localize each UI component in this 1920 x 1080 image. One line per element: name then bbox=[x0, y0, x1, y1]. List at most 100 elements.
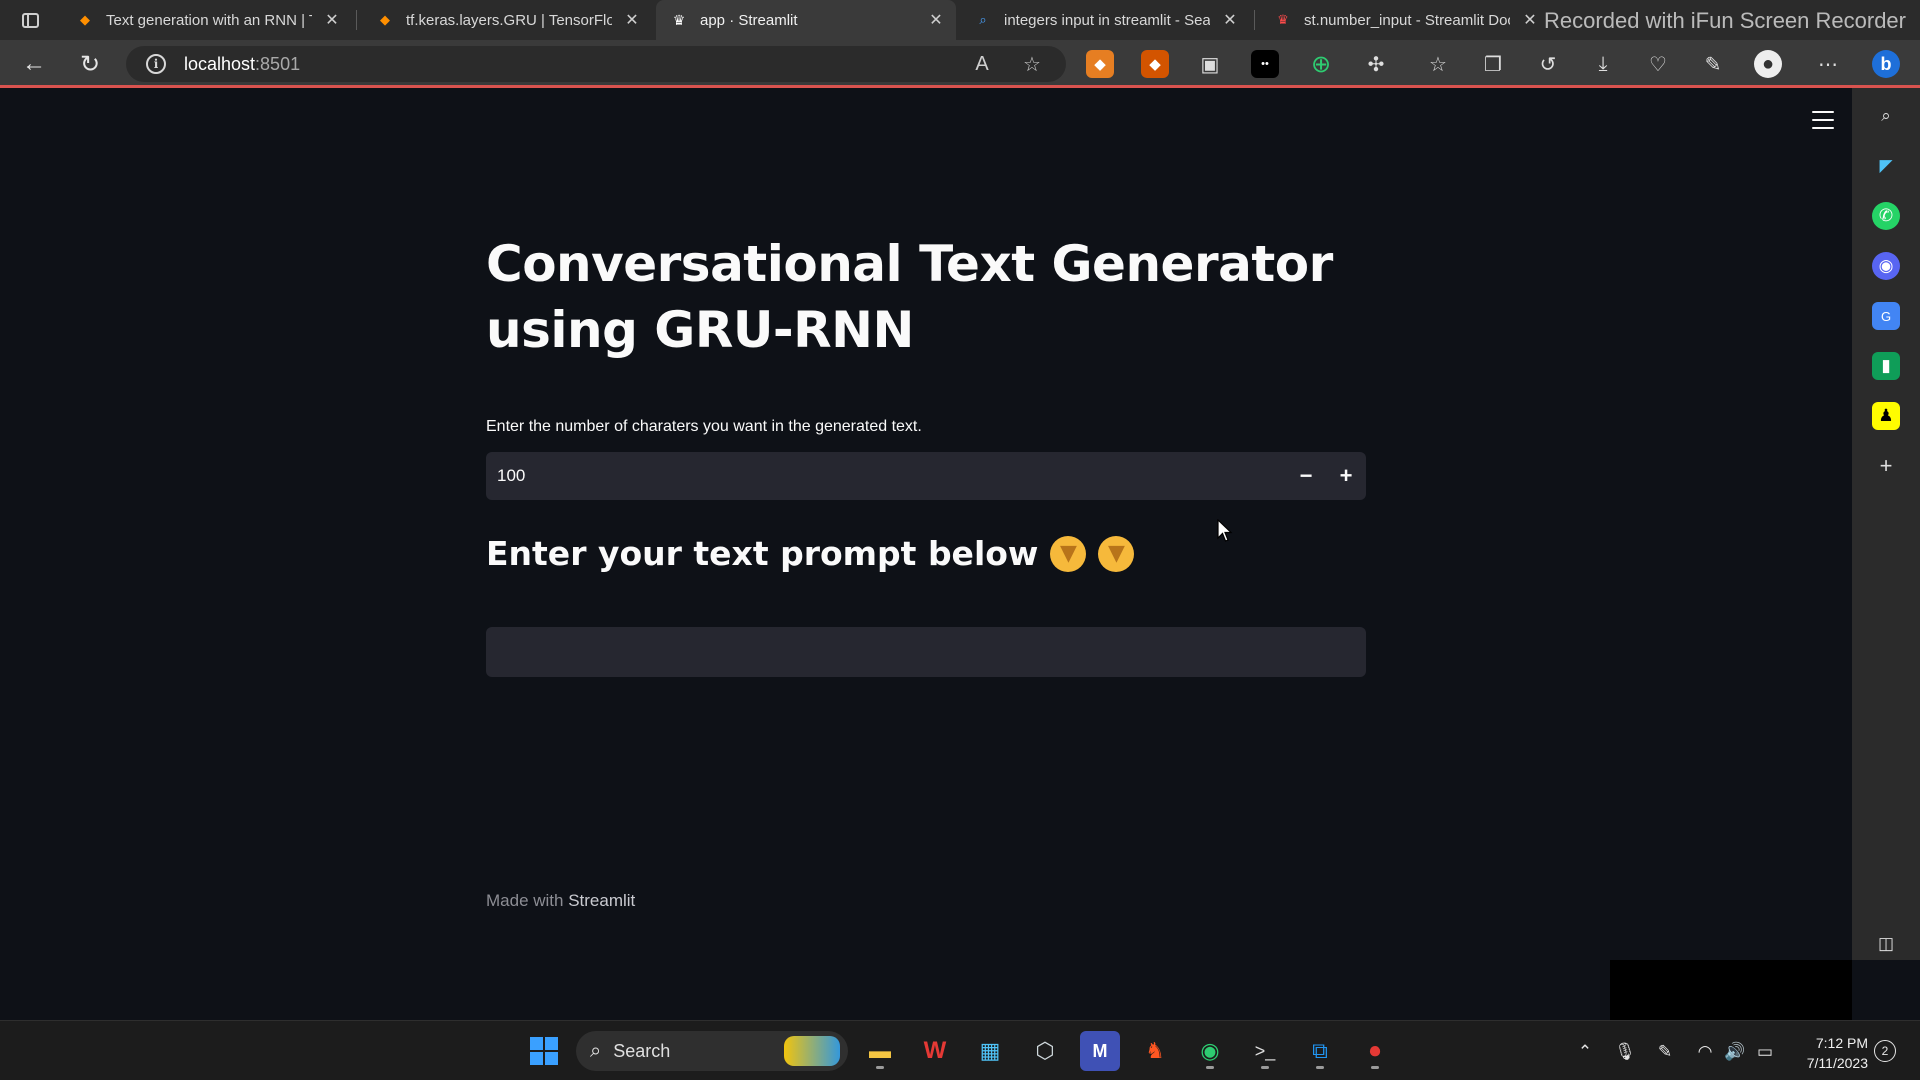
performance-heart-icon[interactable]: ♡ bbox=[1644, 50, 1672, 78]
url-port: :8501 bbox=[255, 53, 301, 74]
browser-tab-strip: ◆ Text generation with an RNN | T ✕ ◆ tf… bbox=[0, 0, 1920, 40]
tensorflow-icon: ◆ bbox=[380, 12, 390, 27]
clock-date: 7/11/2023 bbox=[1806, 1055, 1868, 1071]
site-info-icon[interactable]: i bbox=[146, 54, 166, 74]
discord-icon[interactable]: ◉ bbox=[1872, 252, 1900, 280]
prompt-heading: Enter your text prompt below ▼ ▼ bbox=[486, 534, 1366, 573]
anaconda-navigator-icon[interactable]: M bbox=[1080, 1031, 1120, 1071]
microsoft-store-icon[interactable]: ▦ bbox=[970, 1031, 1010, 1071]
read-aloud-icon[interactable]: A bbox=[968, 50, 996, 78]
tab-text-generation-rnn[interactable]: ◆ Text generation with an RNN | T ✕ bbox=[62, 0, 352, 40]
close-tab-icon[interactable]: ✕ bbox=[622, 10, 642, 30]
tab-title: app · Streamlit bbox=[700, 11, 798, 29]
character-count-input[interactable]: 100 − + bbox=[486, 452, 1366, 500]
text-prompt-input[interactable] bbox=[486, 627, 1366, 677]
extensions-puzzle-icon[interactable]: ✣ bbox=[1362, 50, 1390, 78]
prompt-heading-text: Enter your text prompt below bbox=[486, 534, 1039, 573]
collections-icon[interactable]: ❐ bbox=[1479, 50, 1507, 78]
downloads-icon[interactable]: ⤓ bbox=[1589, 50, 1617, 78]
search-icon: ⌕ bbox=[590, 1039, 602, 1062]
footer-prefix: Made with bbox=[486, 891, 569, 910]
tab-title: Text generation with an RNN | T bbox=[106, 11, 312, 29]
show-hidden-icons-chevron-icon[interactable]: ⌃ bbox=[1572, 1039, 1598, 1065]
snapchat-icon[interactable]: ♟ bbox=[1872, 402, 1900, 430]
footer: Made with Streamlit bbox=[486, 891, 635, 911]
streamlit-app: Conversational Text Generator using GRU-… bbox=[0, 91, 1852, 960]
close-tab-icon[interactable]: ✕ bbox=[926, 10, 946, 30]
battery-icon[interactable]: ▭ bbox=[1752, 1039, 1778, 1065]
bing-copilot-icon[interactable]: b bbox=[1872, 50, 1900, 78]
refresh-icon[interactable]: ↻ bbox=[76, 50, 104, 78]
unity-icon[interactable]: ⬡ bbox=[1025, 1031, 1065, 1071]
search-highlight-icon bbox=[784, 1036, 840, 1066]
favorite-star-icon[interactable]: ☆ bbox=[1018, 50, 1046, 78]
tab-divider bbox=[1254, 10, 1255, 30]
taskbar-clock[interactable]: 7:12 PM 7/11/2023 bbox=[1788, 1033, 1868, 1073]
profile-avatar-icon[interactable]: ● bbox=[1754, 50, 1782, 78]
windows-taskbar: ⌕ Search ▬ W ▦ ⬡ M ♞ ◉ >_ ⧉ ⏺ ⌃ 🎙 ✎ ◠ 🔊 … bbox=[0, 1020, 1920, 1080]
brave-browser-icon[interactable]: ♞ bbox=[1135, 1031, 1175, 1071]
wifi-icon[interactable]: ◠ bbox=[1692, 1039, 1718, 1065]
favorites-icon[interactable]: ☆ bbox=[1424, 50, 1452, 78]
whatsapp-icon[interactable]: ✆ bbox=[1872, 202, 1900, 230]
tab-keras-gru[interactable]: ◆ tf.keras.layers.GRU | TensorFlow ✕ bbox=[362, 0, 652, 40]
picture-in-picture-icon[interactable]: ▣ bbox=[1196, 50, 1224, 78]
mouse-cursor-icon bbox=[1217, 518, 1233, 548]
decrement-button[interactable]: − bbox=[1286, 452, 1326, 500]
add-sidebar-app-icon[interactable]: + bbox=[1872, 452, 1900, 480]
cat-extension-icon[interactable]: •• bbox=[1251, 50, 1279, 78]
google-translate-icon[interactable]: G bbox=[1872, 302, 1900, 330]
google-chat-icon[interactable]: ▮ bbox=[1872, 352, 1900, 380]
back-arrow-icon[interactable]: ← bbox=[20, 50, 48, 78]
streamlit-icon: ♛ bbox=[1277, 12, 1289, 27]
address-bar[interactable]: i localhost:8501 A ☆ bbox=[126, 46, 1066, 82]
main-menu-icon[interactable] bbox=[1812, 111, 1834, 129]
recorder-watermark: Recorded with iFun Screen Recorder bbox=[1544, 8, 1906, 33]
shopping-icon[interactable]: ◤ bbox=[1872, 152, 1900, 180]
tab-title: tf.keras.layers.GRU | TensorFlow bbox=[406, 11, 612, 29]
terminal-icon[interactable]: >_ bbox=[1245, 1031, 1285, 1071]
character-count-value[interactable]: 100 bbox=[486, 466, 1286, 486]
streamlit-link[interactable]: Streamlit bbox=[568, 891, 635, 910]
add-extension-icon[interactable]: ⊕ bbox=[1307, 50, 1335, 78]
increment-button[interactable]: + bbox=[1326, 452, 1366, 500]
close-tab-icon[interactable]: ✕ bbox=[322, 10, 342, 30]
more-options-icon[interactable]: ⋯ bbox=[1814, 50, 1842, 78]
file-explorer-icon[interactable]: ▬ bbox=[860, 1031, 900, 1071]
metamask-extension-icon[interactable]: ◆ bbox=[1086, 50, 1114, 78]
clock-time: 7:12 PM bbox=[1815, 1035, 1868, 1051]
close-tab-icon[interactable]: ✕ bbox=[1520, 10, 1540, 30]
microphone-icon[interactable]: 🎙 bbox=[1612, 1039, 1638, 1065]
tab-streamlit-app[interactable]: ♛ app · Streamlit ✕ bbox=[656, 0, 956, 40]
tab-divider bbox=[356, 10, 357, 30]
notification-count-badge[interactable]: 2 bbox=[1874, 1040, 1896, 1062]
search-icon[interactable]: ⌕ bbox=[1872, 102, 1900, 130]
browser-toolbar: ← ↻ i localhost:8501 A ☆ ◆ ◆ ▣ •• ⊕ ✣ ☆ … bbox=[0, 40, 1920, 88]
fox-extension-icon[interactable]: ◆ bbox=[1141, 50, 1169, 78]
tab-title: integers input in streamlit - Sear bbox=[1004, 11, 1210, 29]
volume-icon[interactable]: 🔊 bbox=[1722, 1039, 1748, 1065]
bing-search-icon: ⌕ bbox=[979, 12, 987, 27]
taskbar-search[interactable]: ⌕ Search bbox=[576, 1031, 848, 1071]
close-tab-icon[interactable]: ✕ bbox=[1220, 10, 1240, 30]
history-icon[interactable]: ↺ bbox=[1534, 50, 1562, 78]
edge-browser-icon[interactable]: ◉ bbox=[1190, 1031, 1230, 1071]
main-content: Conversational Text Generator using GRU-… bbox=[486, 231, 1366, 677]
tab-bing-search[interactable]: ⌕ integers input in streamlit - Sear ✕ bbox=[960, 0, 1250, 40]
tensorflow-icon: ◆ bbox=[80, 12, 90, 27]
pen-icon[interactable]: ✎ bbox=[1652, 1039, 1678, 1065]
screen-recorder-icon[interactable]: ⏺ bbox=[1355, 1031, 1395, 1071]
wps-office-icon[interactable]: W bbox=[915, 1031, 955, 1071]
url-host: localhost bbox=[184, 53, 256, 74]
tab-actions-menu-icon[interactable] bbox=[18, 8, 42, 32]
taskbar-search-label: Search bbox=[613, 1040, 671, 1061]
pointing-down-hand-icon: ▼ bbox=[1098, 535, 1135, 572]
tab-streamlit-docs[interactable]: ♛ st.number_input - Streamlit Docs ✕ bbox=[1260, 0, 1550, 40]
vscode-icon[interactable]: ⧉ bbox=[1300, 1031, 1340, 1071]
recorder-overlay bbox=[1610, 960, 1852, 1026]
tab-title: st.number_input - Streamlit Docs bbox=[1304, 11, 1510, 29]
number-input-label: Enter the number of charaters you want i… bbox=[486, 418, 922, 435]
windows-start-icon[interactable] bbox=[524, 1031, 564, 1071]
sidebar-toggle-icon[interactable]: ◫ bbox=[1872, 930, 1900, 958]
screenshot-icon[interactable]: ✎ bbox=[1699, 50, 1727, 78]
